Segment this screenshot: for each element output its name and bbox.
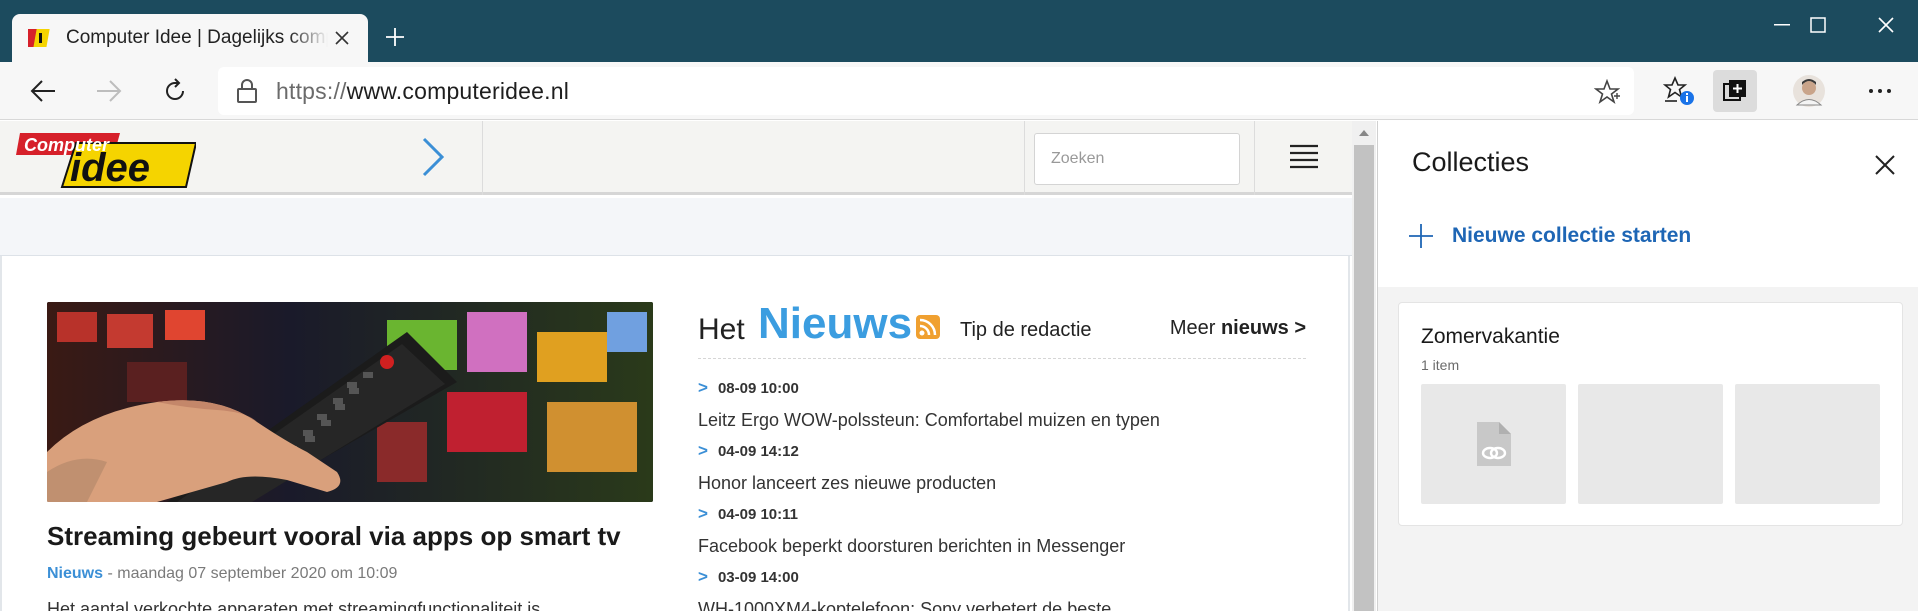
favorites-icon[interactable] <box>1657 70 1701 112</box>
news-list-item[interactable]: >04-09 14:12 Honor lanceert zes nieuwe p… <box>698 441 1318 494</box>
collections-icon[interactable] <box>1713 70 1757 112</box>
news-date: 04-09 14:12 <box>717 443 799 460</box>
news-title[interactable]: Honor lanceert zes nieuwe producten <box>698 473 1318 494</box>
scrollbar-thumb[interactable] <box>1354 145 1374 611</box>
collection-thumbnail-empty <box>1578 384 1723 504</box>
favorite-star-icon[interactable] <box>1593 78 1621 105</box>
collections-title: Collecties <box>1412 147 1530 177</box>
chevron-right-icon: > <box>698 378 708 397</box>
web-page: Computer idee Zoeken Streaming gebeurt v… <box>0 121 1352 611</box>
tip-de-redactie-link[interactable]: Tip de redactie <box>960 319 1092 342</box>
url-scheme: https:// <box>276 77 347 104</box>
chevron-right-icon: > <box>698 504 708 523</box>
collection-card[interactable]: Zomervakantie 1 item <box>1398 302 1903 526</box>
collection-item-count: 1 item <box>1421 357 1460 373</box>
meer-nieuws-link[interactable]: Meer nieuws > <box>1170 317 1306 340</box>
more-options-icon[interactable] <box>1858 70 1902 112</box>
chevron-right-icon: > <box>698 441 708 460</box>
rss-icon[interactable] <box>916 315 940 339</box>
hero-article-title[interactable]: Streaming gebeurt vooral via apps op sma… <box>47 521 621 552</box>
hero-article-excerpt: Het aantal verkochte apparaten met strea… <box>47 599 541 611</box>
computeridee-logo[interactable]: Computer idee <box>16 129 198 190</box>
meer-bold: nieuws > <box>1220 317 1306 339</box>
svg-text:idee: idee <box>70 146 150 189</box>
collection-title: Zomervakantie <box>1421 325 1560 348</box>
chevron-right-icon: > <box>698 567 708 586</box>
new-collection-button[interactable]: Nieuwe collectie starten <box>1408 223 1691 249</box>
news-header: Het Nieuws Tip de redactie Meer nieuws > <box>698 299 1306 359</box>
news-title[interactable]: WH-1000XM4-koptelefoon: Sony verbetert d… <box>698 599 1318 611</box>
content-border <box>1348 256 1350 611</box>
category-link[interactable]: Nieuws <box>47 565 103 582</box>
news-date: 04-09 10:11 <box>717 506 799 523</box>
hero-image[interactable] <box>47 302 653 502</box>
collection-thumbnail-empty <box>1735 384 1880 504</box>
new-tab-plus-icon[interactable] <box>380 22 410 52</box>
url-domain: www.computeridee.nl <box>346 77 570 104</box>
chevron-right-icon[interactable] <box>418 135 448 179</box>
computeridee-favicon-icon <box>24 27 50 49</box>
article-date: - maandag 07 september 2020 om 10:09 <box>103 565 398 582</box>
forward-arrow-icon[interactable] <box>90 72 128 110</box>
maximize-window-icon[interactable] <box>1788 10 1848 40</box>
browser-titlebar: Computer Idee | Dagelijks computernieuws <box>0 0 1918 62</box>
header-divider <box>482 121 483 195</box>
meer-prefix: Meer <box>1169 317 1221 339</box>
url-text[interactable]: https://www.computeridee.nl <box>276 78 569 105</box>
news-title[interactable]: Facebook beperkt doorsturen berichten in… <box>698 536 1318 557</box>
refresh-icon[interactable] <box>156 72 194 110</box>
hamburger-menu-icon[interactable] <box>1288 143 1320 171</box>
browser-toolbar: https://www.computeridee.nl <box>0 62 1918 120</box>
news-list-item[interactable]: >08-09 10:00 Leitz Ergo WOW-polssteun: C… <box>698 378 1318 431</box>
news-heading: Nieuws <box>758 299 913 348</box>
collections-pane-header: Collecties Nieuwe collectie starten <box>1378 121 1918 287</box>
news-date: 03-09 14:00 <box>717 569 799 586</box>
header-divider <box>1024 121 1025 195</box>
close-window-icon[interactable] <box>1856 10 1916 40</box>
page-scrollbar[interactable] <box>1352 121 1376 611</box>
news-title[interactable]: Leitz Ergo WOW-polssteun: Comfortabel mu… <box>698 410 1318 431</box>
content-border <box>0 256 2 611</box>
news-list-item[interactable]: >03-09 14:00 WH-1000XM4-koptelefoon: Son… <box>698 567 1318 611</box>
plus-icon <box>1409 224 1433 248</box>
collections-pane: Collecties Nieuwe collectie starten Zome… <box>1377 121 1918 611</box>
news-list-item[interactable]: >04-09 10:11 Facebook beperkt doorsturen… <box>698 504 1318 557</box>
news-heading-prefix: Het <box>698 313 745 346</box>
lock-icon[interactable] <box>236 78 258 104</box>
back-arrow-icon[interactable] <box>24 72 62 110</box>
header-divider <box>1254 121 1255 195</box>
address-bar[interactable]: https://www.computeridee.nl <box>218 67 1634 115</box>
scroll-up-arrow-icon[interactable] <box>1352 125 1376 141</box>
tab-title: Computer Idee | Dagelijks computernieuws <box>66 27 328 48</box>
new-collection-label: Nieuwe collectie starten <box>1452 224 1692 247</box>
browser-tab-active[interactable]: Computer Idee | Dagelijks computernieuws <box>12 14 368 62</box>
collection-thumbnail[interactable] <box>1421 384 1566 504</box>
ad-banner-area <box>0 198 1352 256</box>
avatar[interactable] <box>1787 70 1831 112</box>
news-date: 08-09 10:00 <box>717 380 799 397</box>
hero-article-meta: Nieuws - maandag 07 september 2020 om 10… <box>47 565 397 583</box>
search-input[interactable]: Zoeken <box>1034 133 1240 185</box>
close-pane-icon[interactable] <box>1871 151 1899 179</box>
tab-close-icon[interactable] <box>330 26 354 50</box>
link-document-icon <box>1475 420 1513 468</box>
site-header: Computer idee Zoeken <box>0 121 1352 195</box>
